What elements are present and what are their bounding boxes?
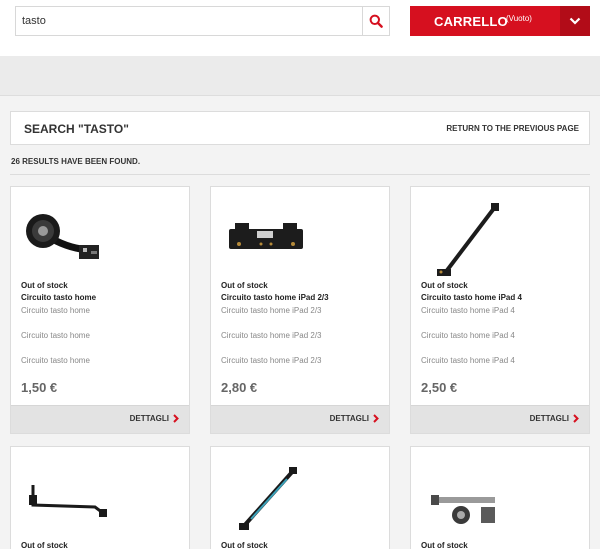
product-image[interactable]: [421, 457, 511, 537]
product-desc: Circuito tasto home iPad 4: [421, 356, 515, 365]
page-title: SEARCH "TASTO": [24, 122, 129, 136]
product-desc: Circuito tasto home iPad 2/3: [221, 356, 322, 365]
card-footer: DETTAGLI: [211, 405, 389, 433]
product-card[interactable]: Out of stock Circuito tasto home iPad 4 …: [410, 186, 590, 434]
search-input[interactable]: [16, 7, 362, 35]
stock-status: Out of stock: [221, 281, 268, 290]
cart-status: (Vuoto): [506, 14, 532, 23]
search-icon: [369, 14, 383, 28]
card-footer: DETTAGLI: [11, 405, 189, 433]
chevron-right-icon: [173, 414, 179, 423]
search-box: [15, 6, 390, 36]
product-image[interactable]: [21, 457, 111, 537]
product-image[interactable]: [221, 457, 311, 537]
flex-cable-image: [431, 495, 495, 524]
product-name[interactable]: Circuito tasto home iPad 4: [421, 293, 522, 302]
product-desc: Circuito tasto home iPad 2/3: [221, 331, 322, 340]
search-header: SEARCH "TASTO" RETURN TO THE PREVIOUS PA…: [10, 111, 590, 145]
chevron-right-icon: [373, 414, 379, 423]
return-link[interactable]: RETURN TO THE PREVIOUS PAGE: [446, 124, 579, 133]
results-count: 26 RESULTS HAVE BEEN FOUND.: [11, 157, 141, 166]
cart-dropdown-toggle[interactable]: [560, 6, 590, 36]
product-name[interactable]: Circuito tasto home: [21, 293, 96, 302]
card-footer: DETTAGLI: [411, 405, 589, 433]
product-desc: Circuito tasto home: [21, 356, 90, 365]
details-label: DETTAGLI: [529, 414, 569, 423]
product-card[interactable]: Out of stock: [410, 446, 590, 549]
product-price: 2,50 €: [421, 380, 458, 395]
flex-cable-image: [29, 485, 107, 517]
top-bar: CARRELLO (Vuoto): [0, 0, 600, 56]
product-name[interactable]: Circuito tasto home iPad 2/3: [221, 293, 329, 302]
cart-button[interactable]: CARRELLO (Vuoto): [410, 6, 590, 36]
stock-status: Out of stock: [21, 541, 68, 549]
details-button[interactable]: DETTAGLI: [130, 414, 179, 423]
stock-status: Out of stock: [21, 281, 68, 290]
search-button[interactable]: [362, 7, 389, 35]
details-label: DETTAGLI: [129, 414, 169, 423]
stock-status: Out of stock: [221, 541, 268, 549]
product-desc: Circuito tasto home: [21, 331, 90, 340]
stock-status: Out of stock: [421, 541, 468, 549]
product-card[interactable]: Out of stock: [10, 446, 190, 549]
details-label: DETTAGLI: [329, 414, 369, 423]
chevron-right-icon: [573, 414, 579, 423]
product-card[interactable]: Out of stock Circuito tasto home iPad 2/…: [210, 186, 390, 434]
cart-label: CARRELLO: [434, 14, 508, 29]
divider: [10, 174, 590, 175]
details-button[interactable]: DETTAGLI: [530, 414, 579, 423]
product-desc: Circuito tasto home iPad 2/3: [221, 306, 322, 315]
product-image[interactable]: [421, 197, 511, 277]
ipad-home-flex-image: [229, 223, 303, 249]
product-image[interactable]: [221, 197, 311, 277]
product-card[interactable]: Out of stock: [210, 446, 390, 549]
product-price: 2,80 €: [221, 380, 258, 395]
ipad4-home-flex-image: [437, 203, 499, 276]
home-button-flex-image: [26, 214, 99, 259]
header-band: [0, 56, 600, 96]
product-card[interactable]: Out of stock Circuito tasto home Circuit…: [10, 186, 190, 434]
product-desc: Circuito tasto home iPad 4: [421, 306, 515, 315]
product-desc: Circuito tasto home: [21, 306, 90, 315]
product-image[interactable]: [21, 197, 111, 277]
product-desc: Circuito tasto home iPad 4: [421, 331, 515, 340]
details-button[interactable]: DETTAGLI: [330, 414, 379, 423]
stock-status: Out of stock: [421, 281, 468, 290]
chevron-down-icon: [569, 17, 581, 25]
flex-cable-image: [239, 467, 297, 530]
product-price: 1,50 €: [21, 380, 58, 395]
